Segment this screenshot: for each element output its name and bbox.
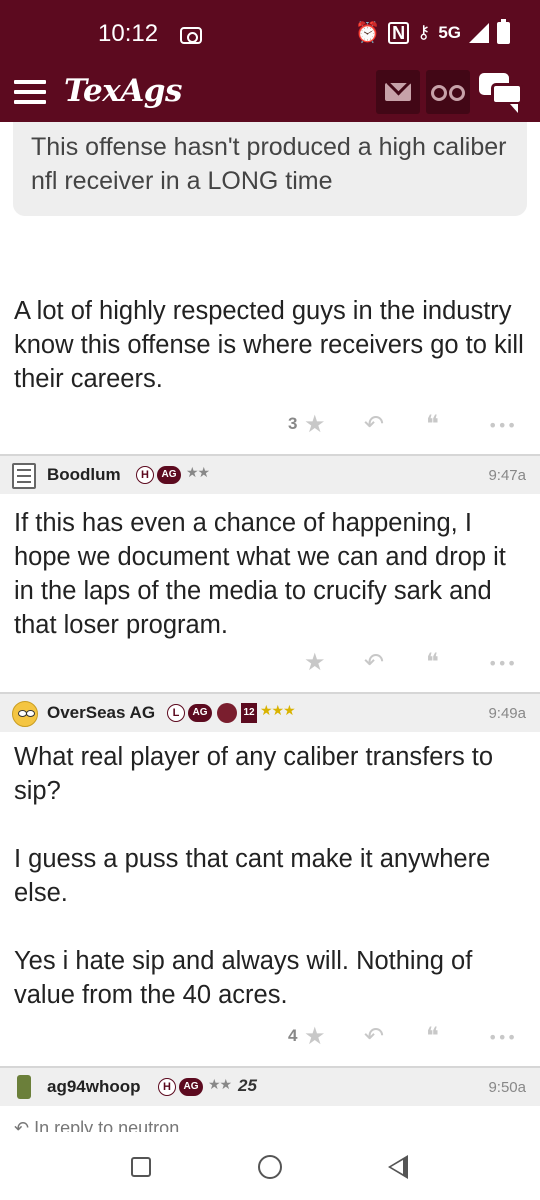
reply-icon[interactable]: ↶: [364, 410, 384, 438]
post-body: What real player of any caliber transfer…: [14, 740, 530, 1012]
reply-icon[interactable]: ↶: [364, 1022, 384, 1050]
status-time: 10:12: [98, 20, 159, 47]
post-actions: 4 ★ ↶ ❝ •••: [0, 1022, 540, 1062]
rank-number: 25: [238, 1076, 257, 1095]
more-icon[interactable]: •••: [488, 416, 516, 435]
back-button[interactable]: [388, 1155, 408, 1179]
more-icon[interactable]: •••: [488, 1028, 516, 1047]
post-body: If this has even a chance of happening, …: [14, 506, 530, 642]
site-logo[interactable]: TexAgs: [64, 73, 182, 109]
binoculars-icon: [431, 85, 447, 101]
post-paragraph: I guess a puss that cant make it anywher…: [14, 845, 491, 907]
network-type: 5G: [438, 22, 461, 42]
reply-icon[interactable]: ↶: [364, 648, 384, 676]
star-count: 4: [288, 1026, 298, 1045]
post-actions: ★ ↶ ❝ •••: [0, 648, 540, 688]
user-stars: ★★: [208, 1077, 232, 1093]
post-paragraph: What real player of any caliber transfer…: [14, 743, 494, 805]
quote-icon[interactable]: ❝: [426, 1022, 439, 1050]
post-paragraph: Yes i hate sip and always will. Nothing …: [14, 947, 473, 1009]
home-button[interactable]: [258, 1155, 282, 1179]
post-body: A lot of highly respected guys in the in…: [14, 294, 530, 396]
team-logo-icon: [217, 703, 237, 723]
battery-icon: [497, 18, 510, 44]
reply-arrow-icon: ↶: [14, 1118, 30, 1132]
post-header: Boodlum H AG ★★ 9:47a: [0, 454, 540, 494]
phone-icon[interactable]: [17, 1075, 31, 1099]
ag-badge: AG: [157, 466, 181, 484]
user-stars: ★★: [186, 465, 210, 481]
notepad-icon[interactable]: [12, 463, 36, 489]
envelope-icon: [385, 83, 411, 101]
menu-icon[interactable]: [14, 80, 46, 104]
post-paragraph: If this has even a chance of happening, …: [14, 509, 506, 639]
key-icon: ⚷: [417, 22, 431, 42]
quoted-post: This offense hasn't produced a high cali…: [13, 122, 527, 216]
badge-letter: H: [158, 1078, 176, 1096]
recents-button[interactable]: [131, 1157, 151, 1177]
star-icon[interactable]: ★: [304, 410, 326, 438]
post-paragraph: A lot of highly respected guys in the in…: [14, 297, 524, 393]
post-time: 9:49a: [488, 705, 526, 722]
rolling-eyes-face-icon[interactable]: [12, 701, 38, 727]
post-actions: 3 ★ ↶ ❝ •••: [0, 410, 540, 450]
username[interactable]: OverSeas AG: [47, 703, 155, 723]
ag-badge: AG: [179, 1078, 203, 1096]
user-stars: ★★★: [260, 703, 296, 719]
post-header: ag94whoop H AG ★★ 25 9:50a: [0, 1066, 540, 1106]
status-bar: 10:12 ⏰ N ⚷ 5G: [0, 0, 540, 62]
quote-icon[interactable]: ❝: [426, 648, 439, 676]
star-icon[interactable]: ★: [304, 648, 326, 676]
badge-letter: H: [136, 466, 154, 484]
thread-content: This offense hasn't produced a high cali…: [0, 122, 540, 1132]
post-time: 9:47a: [488, 467, 526, 484]
star-icon[interactable]: ★: [304, 1022, 326, 1050]
reply-indicator[interactable]: ↶ In reply to neutron: [14, 1118, 179, 1132]
more-icon[interactable]: •••: [488, 654, 516, 673]
badge-letter: L: [167, 704, 185, 722]
watch-button[interactable]: [426, 70, 470, 114]
status-icons: ⏰ N ⚷ 5G: [355, 18, 510, 45]
alarm-icon: ⏰: [355, 22, 381, 44]
system-nav-bar: [0, 1132, 540, 1200]
post-time: 9:50a: [488, 1079, 526, 1096]
reply-to-text: In reply to neutron: [34, 1118, 180, 1132]
post-header: OverSeas AG L AG 12 ★★★ 9:49a: [0, 692, 540, 732]
username[interactable]: ag94whoop: [47, 1077, 141, 1097]
twelfth-man-badge: 12: [241, 703, 257, 723]
messages-button[interactable]: [376, 70, 420, 114]
ag-badge: AG: [188, 704, 212, 722]
star-count: 3: [288, 414, 298, 433]
quote-icon[interactable]: ❝: [426, 410, 439, 438]
app-header: TexAgs: [0, 62, 540, 122]
username[interactable]: Boodlum: [47, 465, 121, 485]
signal-icon: [469, 22, 489, 43]
nfc-icon: N: [388, 21, 410, 44]
screen-record-icon: [180, 27, 202, 44]
quoted-text: This offense hasn't produced a high cali…: [31, 133, 507, 195]
chat-icon[interactable]: [479, 73, 525, 113]
